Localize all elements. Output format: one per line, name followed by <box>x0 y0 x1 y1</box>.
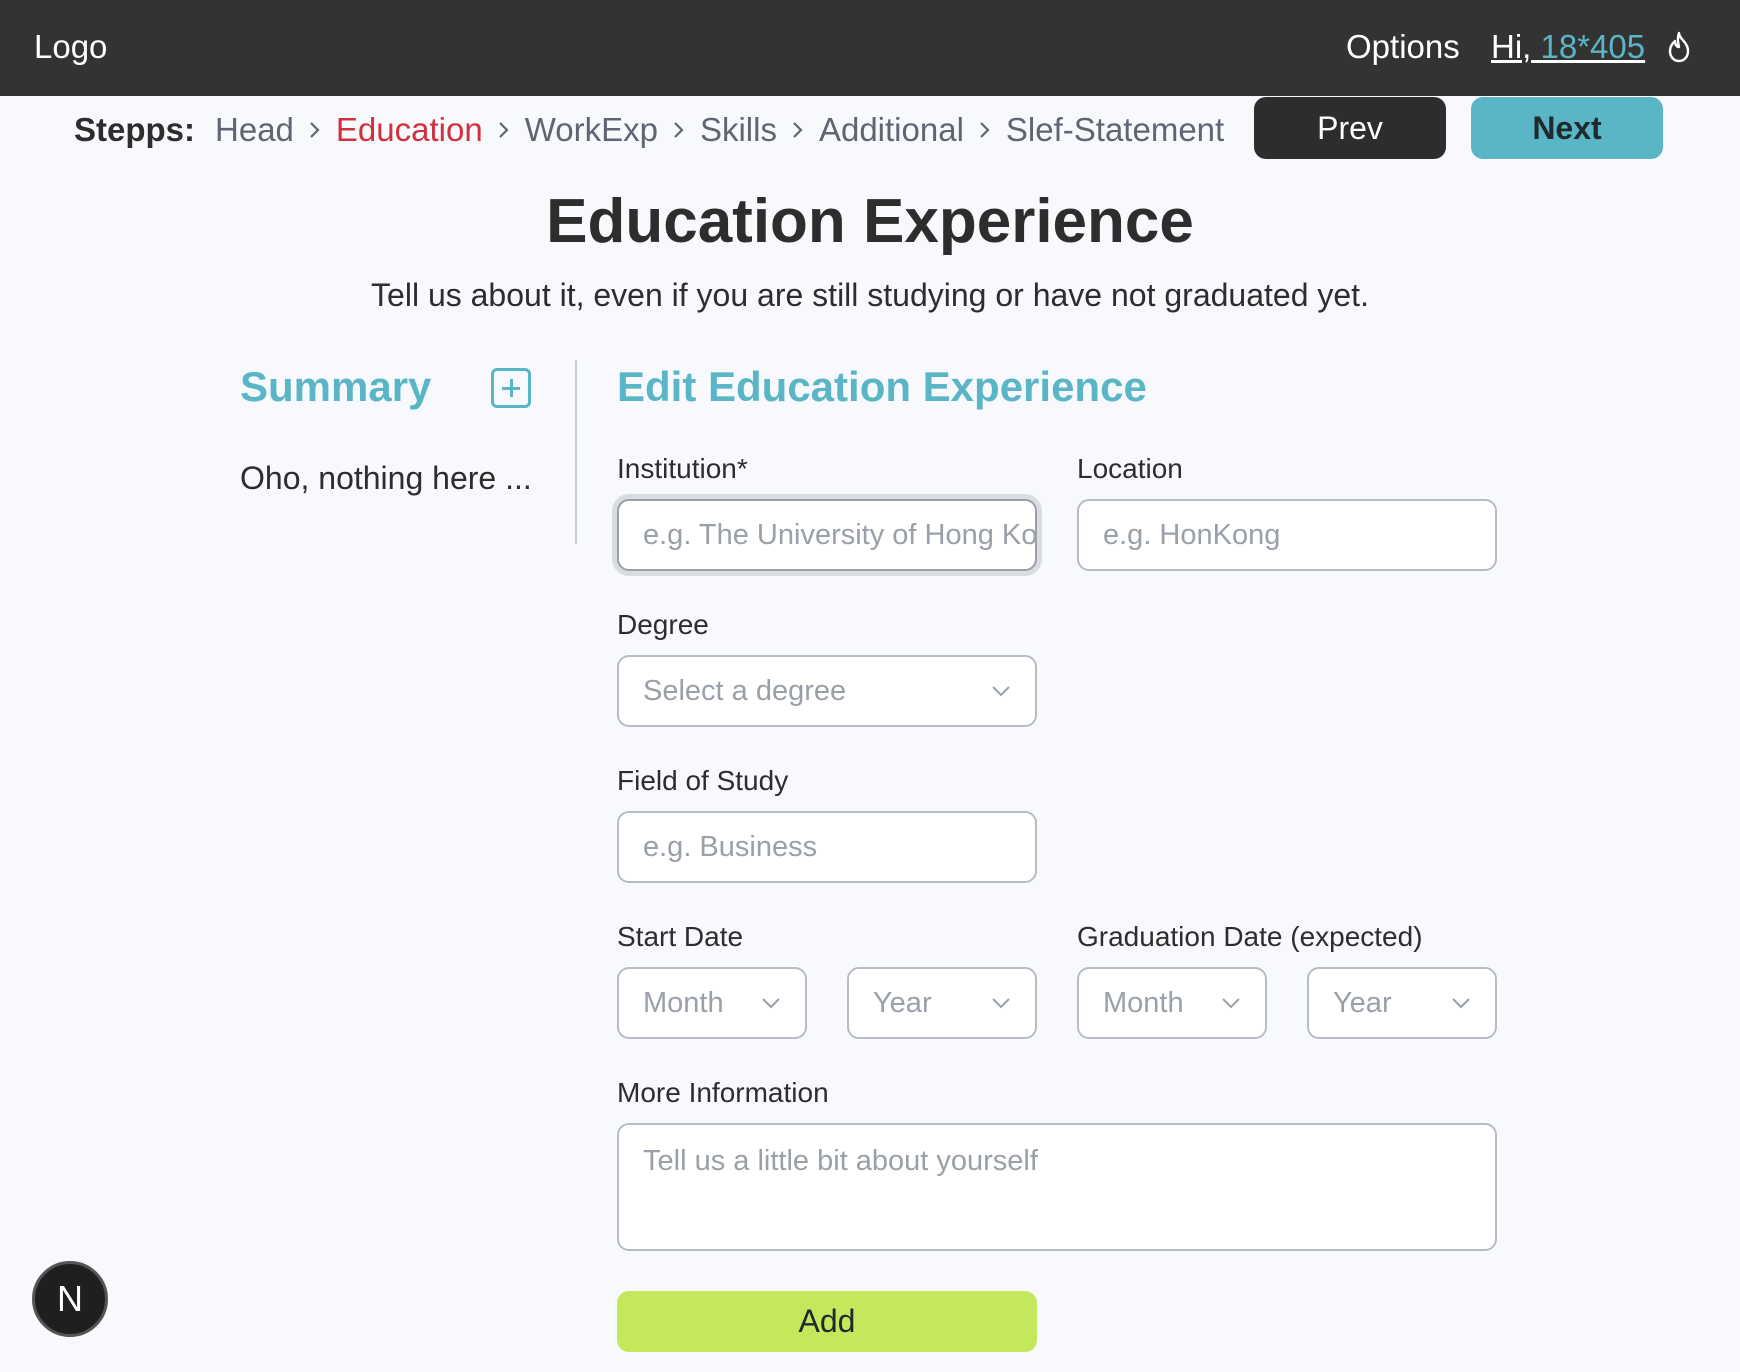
step-additional[interactable]: Additional <box>819 111 964 149</box>
degree-label: Degree <box>617 609 709 640</box>
chevron-down-icon <box>1452 998 1470 1009</box>
more-info-placeholder: Tell us a little bit about yourself <box>643 1145 1038 1177</box>
step-workexp[interactable]: WorkExp <box>525 111 658 149</box>
field-of-study-label: Field of Study <box>617 765 789 796</box>
start-date-label: Start Date <box>617 921 744 952</box>
username: 18*405 <box>1531 28 1646 65</box>
start-year-placeholder: Year <box>873 986 932 1019</box>
chevron-right-icon <box>793 122 803 138</box>
chevron-right-icon <box>498 122 509 138</box>
chevron-down-icon <box>992 686 1010 697</box>
prev-button[interactable]: Prev <box>1254 97 1446 159</box>
start-month-placeholder: Month <box>643 986 724 1019</box>
add-entry-icon[interactable] <box>491 368 531 408</box>
options-link[interactable]: Options <box>1346 28 1460 66</box>
more-info-label: More Information <box>617 1077 829 1108</box>
page-subtitle: Tell us about it, even if you are still … <box>371 277 1369 313</box>
institution-placeholder: e.g. The University of Hong Kong <box>643 518 1037 551</box>
step-head[interactable]: Head <box>215 111 294 149</box>
top-navbar: Logo Options Hi, 18*405 <box>0 0 1740 96</box>
step-self-statement[interactable]: Slef-Statement <box>1006 111 1224 149</box>
page-title: Education Experience <box>546 187 1194 256</box>
summary-title: Summary <box>240 363 432 410</box>
flame-icon[interactable] <box>1664 30 1694 64</box>
start-month-select[interactable]: Month <box>617 967 807 1039</box>
graduation-month-placeholder: Month <box>1103 986 1184 1019</box>
institution-input[interactable]: e.g. The University of Hong Kong <box>617 499 1037 571</box>
column-divider <box>575 360 577 544</box>
degree-placeholder: Select a degree <box>643 674 847 707</box>
next-button[interactable]: Next <box>1471 97 1663 159</box>
chevron-right-icon <box>980 122 990 138</box>
chevron-down-icon <box>1222 998 1240 1009</box>
step-skills[interactable]: Skills <box>700 111 777 149</box>
graduation-date-label: Graduation Date (expected) <box>1077 921 1423 952</box>
chevron-down-icon <box>992 998 1010 1009</box>
add-button[interactable]: Add <box>617 1291 1037 1352</box>
step-education[interactable]: Education <box>336 111 483 149</box>
graduation-year-select[interactable]: Year <box>1307 967 1497 1039</box>
chevron-down-icon <box>762 998 780 1009</box>
logo[interactable]: Logo <box>34 28 107 66</box>
start-year-select[interactable]: Year <box>847 967 1037 1039</box>
location-placeholder: e.g. HonKong <box>1103 518 1281 551</box>
summary-empty-text: Oho, nothing here ... <box>240 460 532 496</box>
graduation-month-select[interactable]: Month <box>1077 967 1267 1039</box>
greeting-prefix: Hi, <box>1491 28 1532 65</box>
user-greeting-link[interactable]: Hi, 18*405 <box>1491 28 1645 66</box>
steps-label: Stepps: <box>74 111 196 148</box>
location-input[interactable]: e.g. HonKong <box>1077 499 1497 571</box>
location-label: Location <box>1077 453 1183 484</box>
steps-breadcrumb: Stepps: Head Education WorkExp Skills Ad… <box>74 108 1224 152</box>
chevron-right-icon <box>674 122 684 138</box>
next-dev-badge[interactable]: N <box>32 1261 108 1337</box>
chevron-right-icon <box>310 122 320 138</box>
field-of-study-placeholder: e.g. Business <box>643 830 818 863</box>
graduation-year-placeholder: Year <box>1333 986 1392 1019</box>
more-info-textarea[interactable]: Tell us a little bit about yourself <box>617 1123 1497 1251</box>
edit-form-title: Edit Education Experience <box>617 363 1147 410</box>
institution-label: Institution* <box>617 453 748 484</box>
field-of-study-input[interactable]: e.g. Business <box>617 811 1037 883</box>
degree-select[interactable]: Select a degree <box>617 655 1037 727</box>
